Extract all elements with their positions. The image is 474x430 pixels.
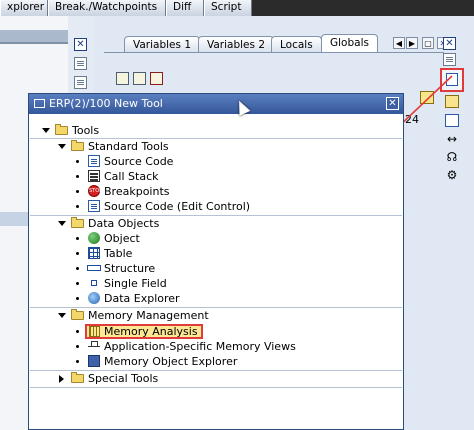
expand-icon	[58, 144, 66, 149]
bullet	[76, 237, 79, 240]
bullet	[76, 297, 79, 300]
tree-label: Memory Management	[88, 309, 209, 322]
tree-label: Tools	[72, 124, 100, 137]
new-tool-dialog: ERP(2)/100 New Tool ✕ Tools Standard Too…	[28, 93, 404, 430]
dialog-title: ERP(2)/100 New Tool	[49, 97, 163, 110]
tree-item-application-specific-memory-views[interactable]: Application-Specific Memory Views	[30, 339, 402, 354]
single-field-icon	[91, 280, 97, 286]
table-icon	[88, 247, 100, 259]
tree-item-call-stack[interactable]: Call Stack	[30, 169, 402, 184]
tree-node-memory-management[interactable]: Memory Management	[30, 308, 402, 323]
bullet	[76, 190, 79, 193]
bullet	[76, 345, 79, 348]
tree-item-single-field[interactable]: Single Field	[30, 276, 402, 291]
collapse-icon	[59, 375, 64, 383]
bullet	[76, 360, 79, 363]
bullet	[76, 282, 79, 285]
tree-label: Memory Analysis	[104, 325, 198, 338]
tree-label: Object	[104, 232, 140, 245]
tree-label: Source Code	[104, 155, 174, 168]
expand-icon	[58, 221, 66, 226]
tree-item-object[interactable]: Object	[30, 231, 402, 246]
tree-label: Table	[104, 247, 133, 260]
tree-label: Call Stack	[104, 170, 159, 183]
tree-label: Data Objects	[88, 217, 160, 230]
tree-label: Memory Object Explorer	[104, 355, 238, 368]
object-icon	[88, 232, 100, 244]
source-code-edit-icon	[88, 200, 100, 212]
memory-analysis-icon	[89, 326, 100, 337]
close-icon[interactable]: ✕	[386, 97, 399, 110]
tree-item-memory-analysis[interactable]: Memory Analysis	[30, 324, 402, 339]
tree-label: Source Code (Edit Control)	[104, 200, 251, 213]
tree-label: Data Explorer	[104, 292, 180, 305]
tree-item-data-explorer[interactable]: Data Explorer	[30, 291, 402, 306]
data-explorer-icon	[88, 292, 100, 304]
tree-node-standard-tools[interactable]: Standard Tools	[30, 139, 402, 154]
tree-item-source-code-edit-control[interactable]: Source Code (Edit Control)	[30, 199, 402, 214]
dialog-title-bar[interactable]: ERP(2)/100 New Tool ✕	[29, 94, 403, 114]
memory-views-icon	[88, 340, 100, 352]
source-code-icon	[88, 155, 100, 167]
bullet	[76, 330, 79, 333]
bullet	[76, 252, 79, 255]
stop-icon: STOP	[88, 185, 102, 197]
call-stack-icon	[88, 170, 100, 182]
tree-label: Standard Tools	[88, 140, 169, 153]
tree-item-memory-object-explorer[interactable]: Memory Object Explorer	[30, 354, 402, 369]
tree-label: Application-Specific Memory Views	[104, 340, 296, 353]
folder-icon	[71, 372, 84, 383]
tree-node-data-objects[interactable]: Data Objects	[30, 216, 402, 231]
tree-label: Breakpoints	[104, 185, 170, 198]
tree-node-tools[interactable]: Tools	[30, 123, 402, 138]
tree-label: Single Field	[104, 277, 167, 290]
tree-label: Special Tools	[88, 372, 159, 385]
folder-icon	[71, 140, 84, 151]
structure-icon	[87, 265, 101, 271]
tree-label: Structure	[104, 262, 156, 275]
bullet	[76, 160, 79, 163]
tree-node-special-tools[interactable]: Special Tools	[30, 371, 402, 386]
memory-object-explorer-icon	[88, 355, 100, 367]
expand-icon[interactable]	[42, 128, 50, 133]
tree-item-table[interactable]: Table	[30, 246, 402, 261]
folder-icon	[55, 124, 68, 135]
expand-icon	[58, 313, 66, 318]
tree-item-structure[interactable]: Structure	[30, 261, 402, 276]
bullet	[76, 175, 79, 178]
bullet	[76, 205, 79, 208]
bullet	[76, 267, 79, 270]
folder-icon	[71, 309, 84, 320]
tree-item-source-code[interactable]: Source Code	[30, 154, 402, 169]
dialog-window-icon	[34, 99, 45, 108]
tree-item-breakpoints[interactable]: STOP Breakpoints	[30, 184, 402, 199]
divider	[30, 387, 402, 388]
folder-icon	[71, 217, 84, 228]
selected-item-highlight[interactable]: Memory Analysis	[85, 324, 203, 339]
